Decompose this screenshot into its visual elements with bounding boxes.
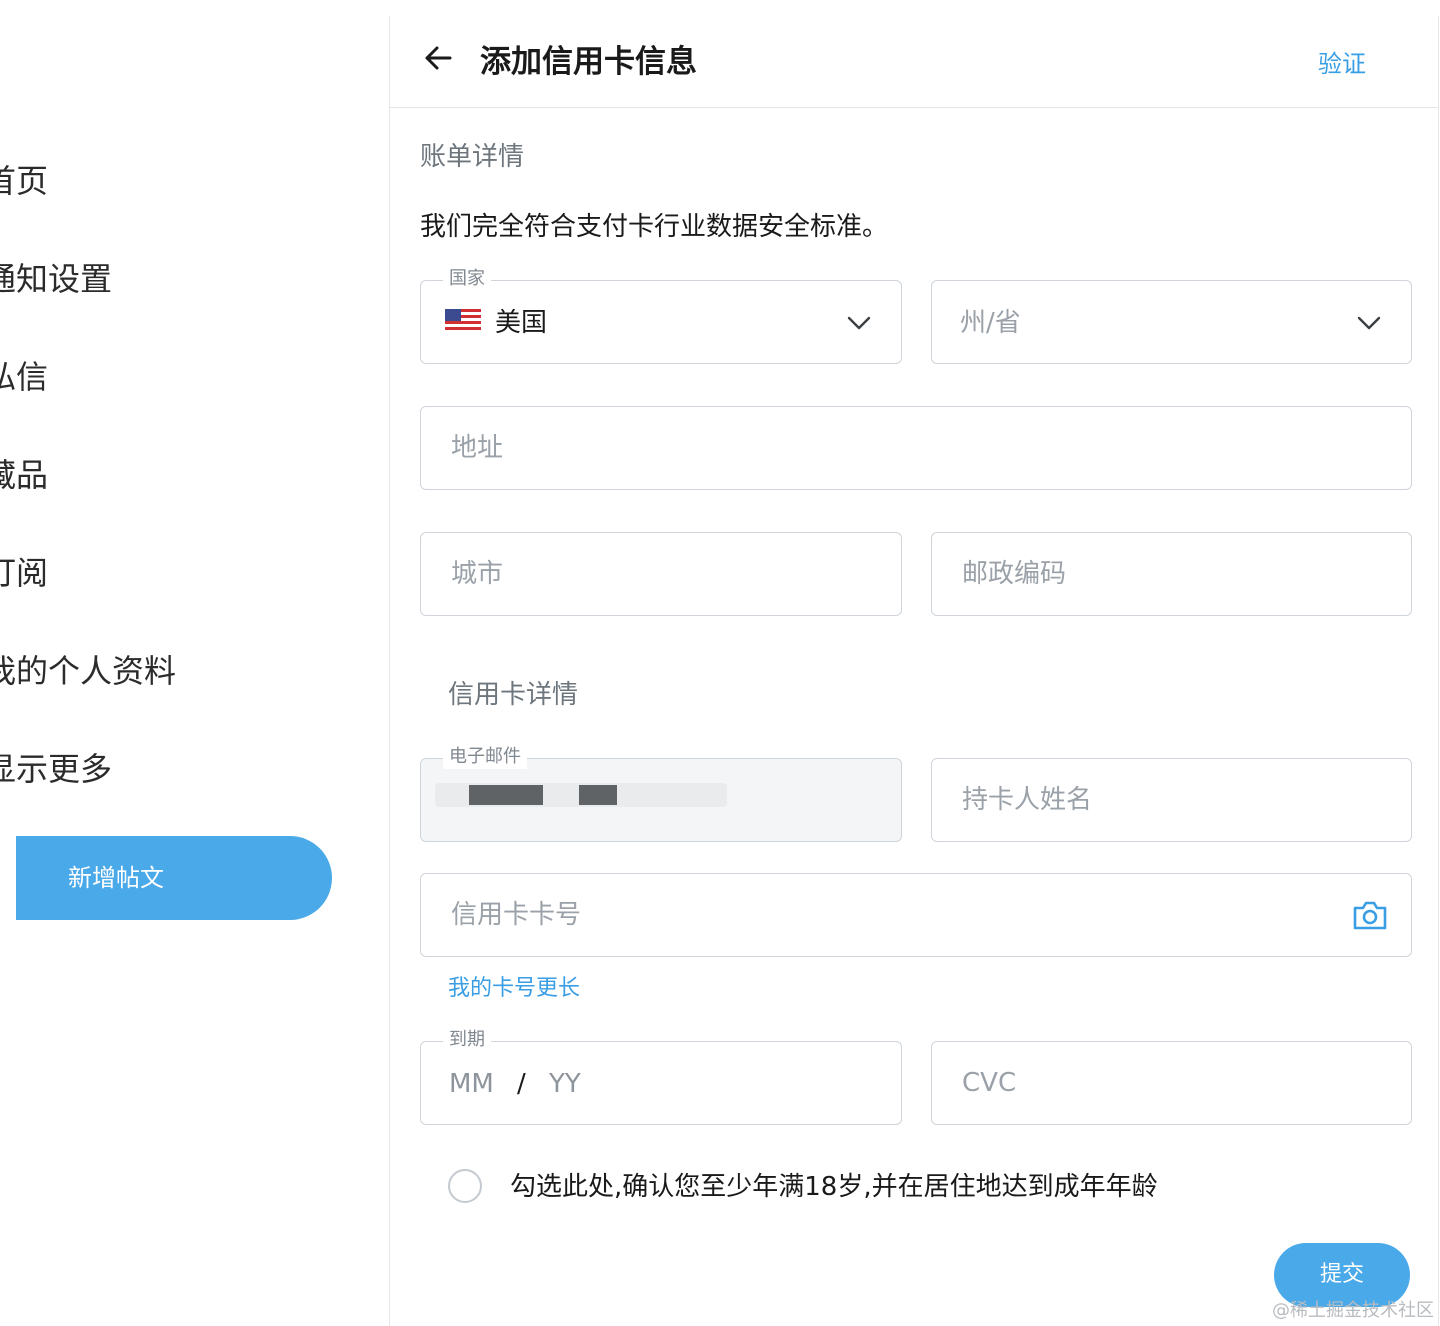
age-confirm-radio[interactable] bbox=[448, 1169, 482, 1203]
sidebar-nav: 首页 通知设置 私信 藏品 订阅 我的个人资料 显示更多 新增帖文 bbox=[0, 0, 388, 1326]
cardholder-name-field bbox=[931, 758, 1412, 842]
card-number-field bbox=[420, 873, 1412, 957]
back-arrow-icon[interactable] bbox=[422, 42, 454, 74]
sidebar-item-my-profile[interactable]: 我的个人资料 bbox=[0, 646, 176, 692]
sidebar-item-show-more[interactable]: 显示更多 bbox=[0, 744, 112, 790]
city-input[interactable] bbox=[449, 545, 869, 603]
us-flag-icon bbox=[445, 309, 481, 331]
redacted-email-block bbox=[469, 785, 543, 805]
cvc-input[interactable] bbox=[960, 1054, 1379, 1112]
add-credit-card-panel: 添加信用卡信息 验证 账单详情 我们完全符合支付卡行业数据安全标准。 国家 美国… bbox=[389, 16, 1439, 1326]
zip-input[interactable] bbox=[960, 545, 1379, 603]
watermark: @稀土掘金技术社区 bbox=[1272, 1300, 1434, 1321]
redacted-email-block bbox=[579, 785, 617, 805]
security-standard-text: 我们完全符合支付卡行业数据安全标准。 bbox=[420, 212, 889, 242]
sidebar-item-subscriptions[interactable]: 订阅 bbox=[0, 548, 48, 594]
billing-section-label: 账单详情 bbox=[420, 142, 525, 172]
sidebar-item-home[interactable]: 首页 bbox=[0, 156, 48, 202]
panel-header: 添加信用卡信息 验证 bbox=[390, 16, 1438, 108]
new-post-button[interactable]: 新增帖文 bbox=[16, 836, 332, 920]
age-confirm-label: 勾选此处,确认您至少年满18岁,并在居住地达到成年年龄 bbox=[510, 1172, 1158, 1202]
sidebar-item-collections[interactable]: 藏品 bbox=[0, 450, 48, 496]
state-select[interactable]: 州/省 bbox=[931, 280, 1412, 364]
expiry-month-placeholder: MM bbox=[449, 1069, 494, 1099]
city-field bbox=[420, 532, 902, 616]
chevron-down-icon bbox=[847, 316, 871, 330]
camera-icon[interactable] bbox=[1351, 896, 1389, 934]
expiry-field[interactable]: 到期 MM / YY bbox=[420, 1028, 902, 1125]
state-placeholder: 州/省 bbox=[960, 308, 1021, 338]
cardholder-name-input[interactable] bbox=[960, 771, 1379, 829]
expiry-year-placeholder: YY bbox=[549, 1069, 581, 1099]
chevron-down-icon bbox=[1357, 316, 1381, 330]
country-select[interactable]: 国家 美国 bbox=[420, 267, 902, 364]
expiry-separator: / bbox=[517, 1069, 526, 1099]
zip-field bbox=[931, 532, 1412, 616]
page-title: 添加信用卡信息 bbox=[480, 44, 697, 80]
country-legend: 国家 bbox=[443, 267, 491, 291]
verify-link[interactable]: 验证 bbox=[1318, 44, 1366, 79]
address-input[interactable] bbox=[449, 419, 1379, 477]
country-value: 美国 bbox=[495, 308, 548, 338]
email-legend: 电子邮件 bbox=[443, 745, 527, 769]
card-section-label: 信用卡详情 bbox=[448, 680, 579, 710]
sidebar-item-messages[interactable]: 私信 bbox=[0, 352, 48, 398]
cvc-field bbox=[931, 1041, 1412, 1125]
email-field: 电子邮件 bbox=[420, 745, 902, 842]
card-number-input[interactable] bbox=[449, 886, 1379, 944]
sidebar-item-notification-settings[interactable]: 通知设置 bbox=[0, 254, 112, 300]
address-field bbox=[420, 406, 1412, 490]
longer-card-number-link[interactable]: 我的卡号更长 bbox=[448, 970, 580, 1002]
